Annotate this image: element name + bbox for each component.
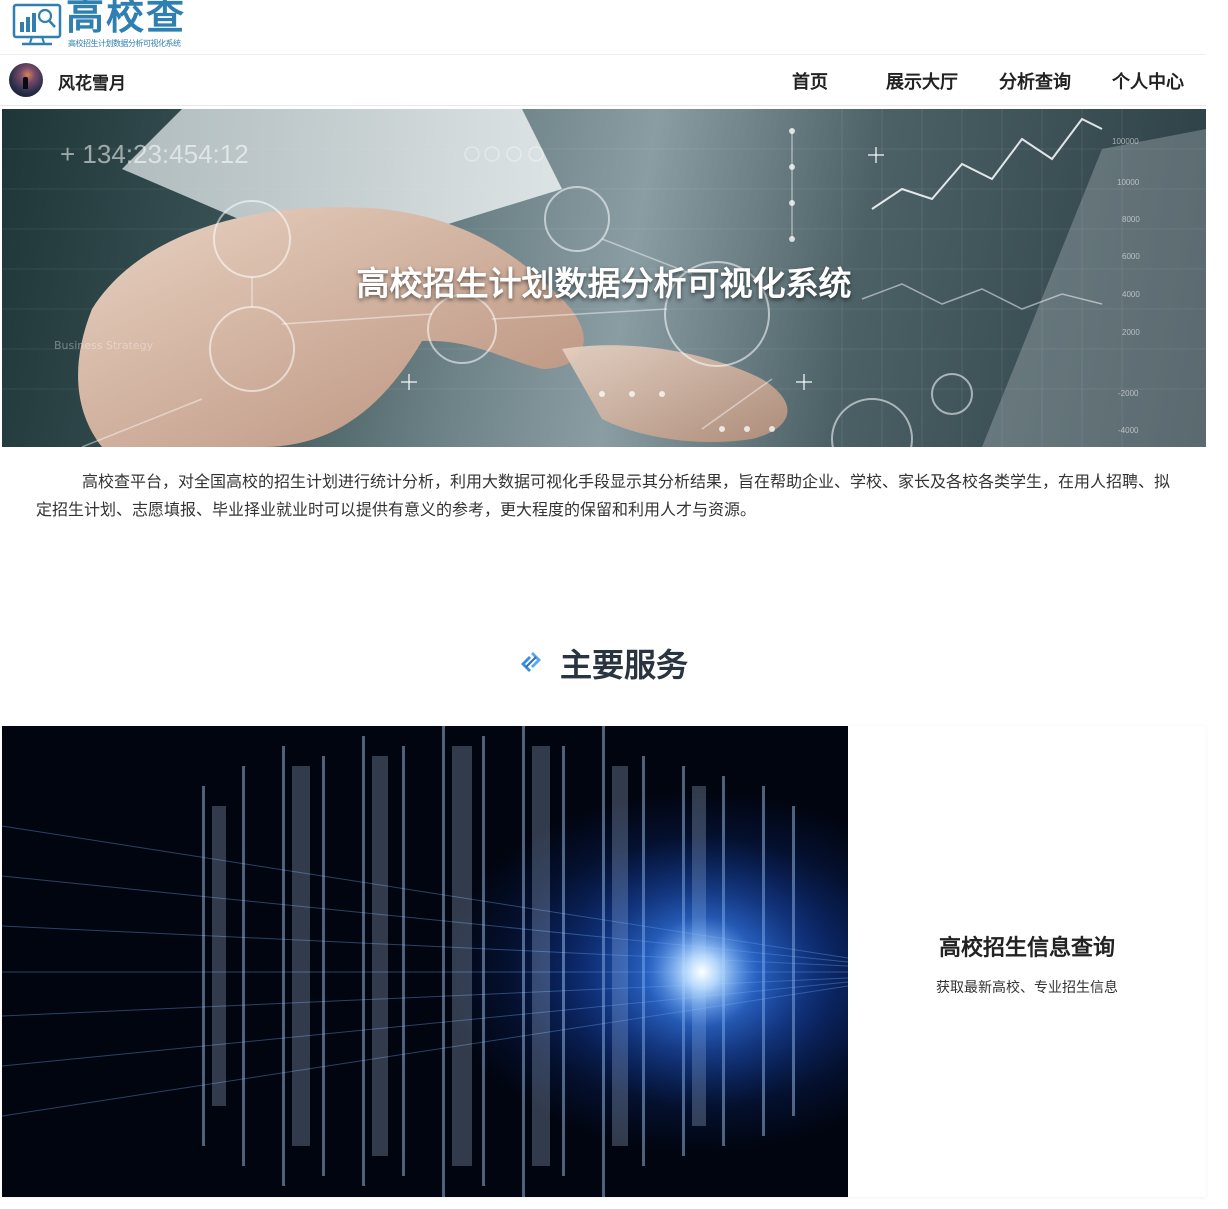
service-description: 获取最新高校、专业招生信息: [936, 980, 1118, 996]
svg-text:-4000: -4000: [1118, 426, 1139, 435]
avatar[interactable]: [9, 63, 43, 97]
link-arrows-icon: [521, 652, 541, 672]
nav-item-analysis[interactable]: 分析查询: [999, 68, 1071, 94]
hero-counter-text: + 134:23:454:12: [60, 139, 249, 169]
service-info: 高校招生信息查询 获取最新高校、专业招生信息: [848, 726, 1206, 1197]
svg-text:100000: 100000: [1112, 137, 1139, 146]
hero-title: 高校招生计划数据分析可视化系统: [356, 264, 852, 303]
section-heading: 主要服务: [0, 640, 1228, 684]
brand-subtitle: 高校招生计划数据分析可视化系统: [68, 39, 181, 48]
user-name[interactable]: 风花雪月: [58, 69, 126, 94]
nav-item-showcase[interactable]: 展示大厅: [886, 68, 958, 94]
svg-text:10000: 10000: [1117, 178, 1140, 187]
intro-paragraph: 高校查平台，对全国高校的招生计划进行统计分析，利用大数据可视化手段显示其分析结果…: [36, 472, 1171, 519]
hero-banner: 100000 10000 8000 6000 4000 2000 -2000 -…: [2, 109, 1206, 447]
svg-text:-2000: -2000: [1118, 389, 1139, 398]
section-title: 主要服务: [560, 646, 689, 684]
service-title[interactable]: 高校招生信息查询: [848, 930, 1206, 962]
brand-title[interactable]: 高校查: [66, 0, 186, 38]
service-image: [2, 726, 848, 1197]
monitor-chart-magnifier-icon[interactable]: [12, 2, 62, 48]
data-stream-art: [2, 726, 848, 1197]
svg-text:8000: 8000: [1122, 215, 1140, 224]
hero-tag-text: Business Strategy: [54, 339, 154, 352]
top-nav: 风花雪月 首页 展示大厅 分析查询 个人中心: [0, 56, 1206, 106]
nav-item-home[interactable]: 首页: [792, 68, 828, 94]
nav-item-profile[interactable]: 个人中心: [1112, 68, 1184, 94]
service-card[interactable]: 高校招生信息查询 获取最新高校、专业招生信息: [2, 726, 1206, 1197]
svg-text:2000: 2000: [1122, 328, 1140, 337]
logo-header: 高校查 高校招生计划数据分析可视化系统: [0, 0, 1206, 55]
